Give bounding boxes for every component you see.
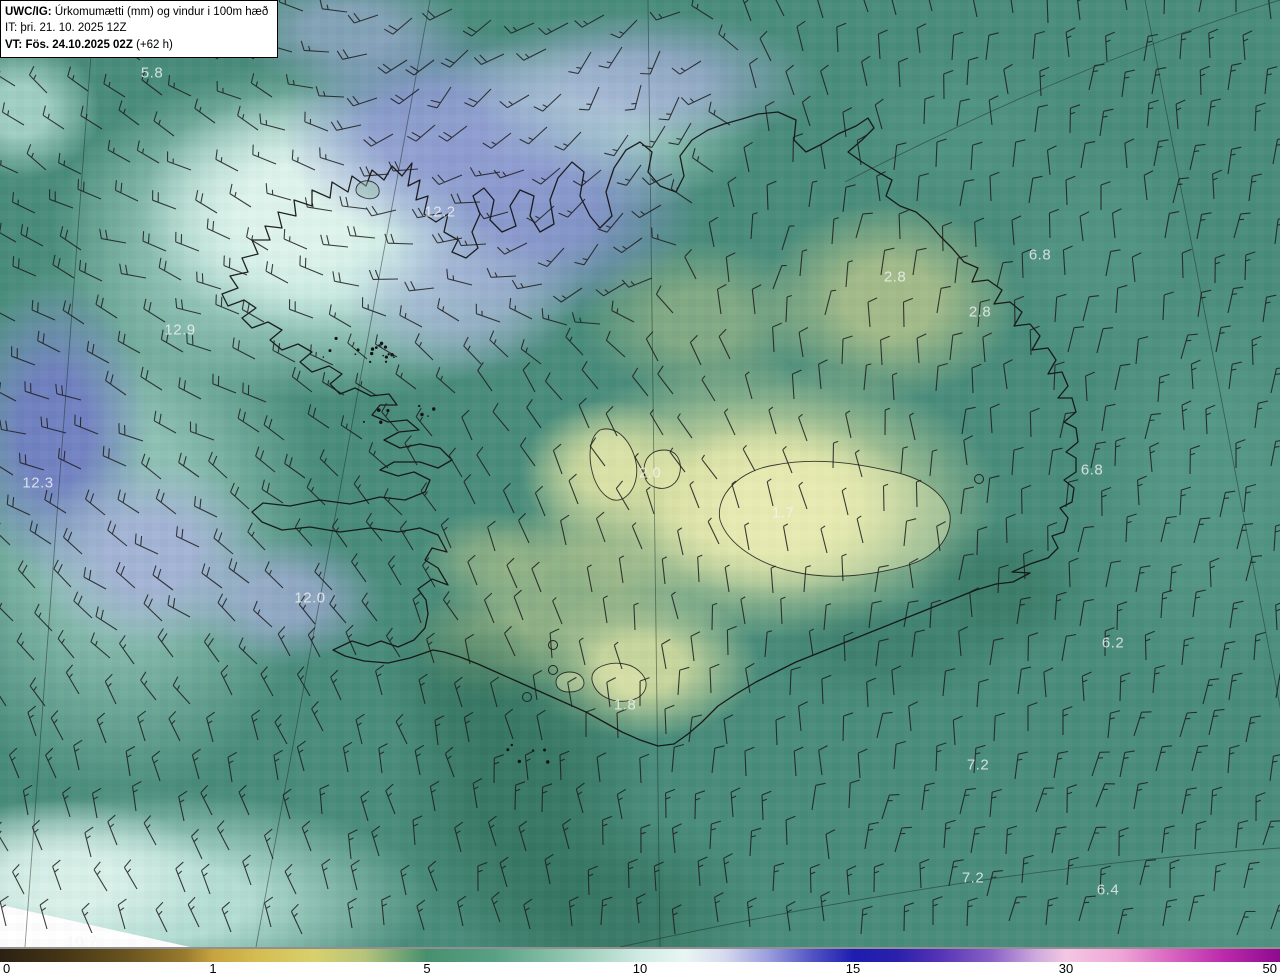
init-time: þri. 21. 10. 2025 12Z [20,22,127,35]
title-line-model: UWC/IG: Úrkomumætti (mm) og vindur i 100… [5,4,268,20]
title-line-init: IT: þri. 21. 10. 2025 12Z [5,20,268,36]
colorbar-gradient [0,947,1280,962]
colorbar-tick: 0 [3,961,11,976]
wind-speed-label: 10.7 [66,933,98,948]
colorbar-tick: 10 [632,961,648,976]
lead-time: (+62 h) [136,38,173,51]
wind-speed-label: 6.8 [1028,246,1052,264]
model-label: UWC/IG: [5,6,52,18]
colorbar-tick: 30 [1058,961,1074,976]
wind-speed-label: 12.9 [164,321,196,339]
map-title: Úrkomumætti (mm) og vindur i 100m hæð [54,6,269,18]
wind-speed-label: 2.0 [638,464,662,482]
wind-speed-label: 1.8 [613,696,637,714]
wind-speed-label: 5.8 [140,64,164,82]
colorbar-tick: 1 [209,961,217,976]
valid-time: Fös. 24.10.2025 02Z [25,38,133,51]
colorbar-tick-labels: 0 1 5 10 15 30 50 [0,961,1280,978]
weather-map-frame: 5.8 12.2 12.9 6.8 2.8 2.8 12.3 2.0 6.8 1.7 12.0 6.2… [0,0,1280,978]
wind-speed-label: 2.8 [968,303,992,321]
wind-speed-label: 7.2 [966,756,990,774]
glacier-outlines [355,180,951,702]
valid-label: VT: [5,38,23,51]
colorbar: 0 1 5 10 15 30 50 [0,947,1280,978]
wind-speed-label: 12.3 [22,474,54,492]
wind-speed-label: 7.2 [961,869,985,887]
title-box: UWC/IG: Úrkomumætti (mm) og vindur i 100… [0,0,279,58]
wind-speed-label: 6.8 [1080,461,1104,479]
wind-speed-label: 6.2 [1101,634,1125,652]
colorbar-tick: 50 [1262,961,1277,976]
precipitation-map: 5.8 12.2 12.9 6.8 2.8 2.8 12.3 2.0 6.8 1.7 12.0 6.2… [0,0,1280,947]
wind-speed-label: 2.8 [883,268,907,286]
wind-speed-label: 1.7 [771,504,795,522]
init-label: IT: [5,22,18,35]
colorbar-tick: 15 [845,961,861,976]
wind-speed-label: 12.2 [424,203,456,221]
wind-speed-label: 12.0 [294,589,326,607]
colorbar-tick: 5 [423,961,431,976]
title-line-valid: VT: Fös. 24.10.2025 02Z (+62 h) [5,37,268,53]
wind-speed-label: 6.4 [1096,881,1120,899]
